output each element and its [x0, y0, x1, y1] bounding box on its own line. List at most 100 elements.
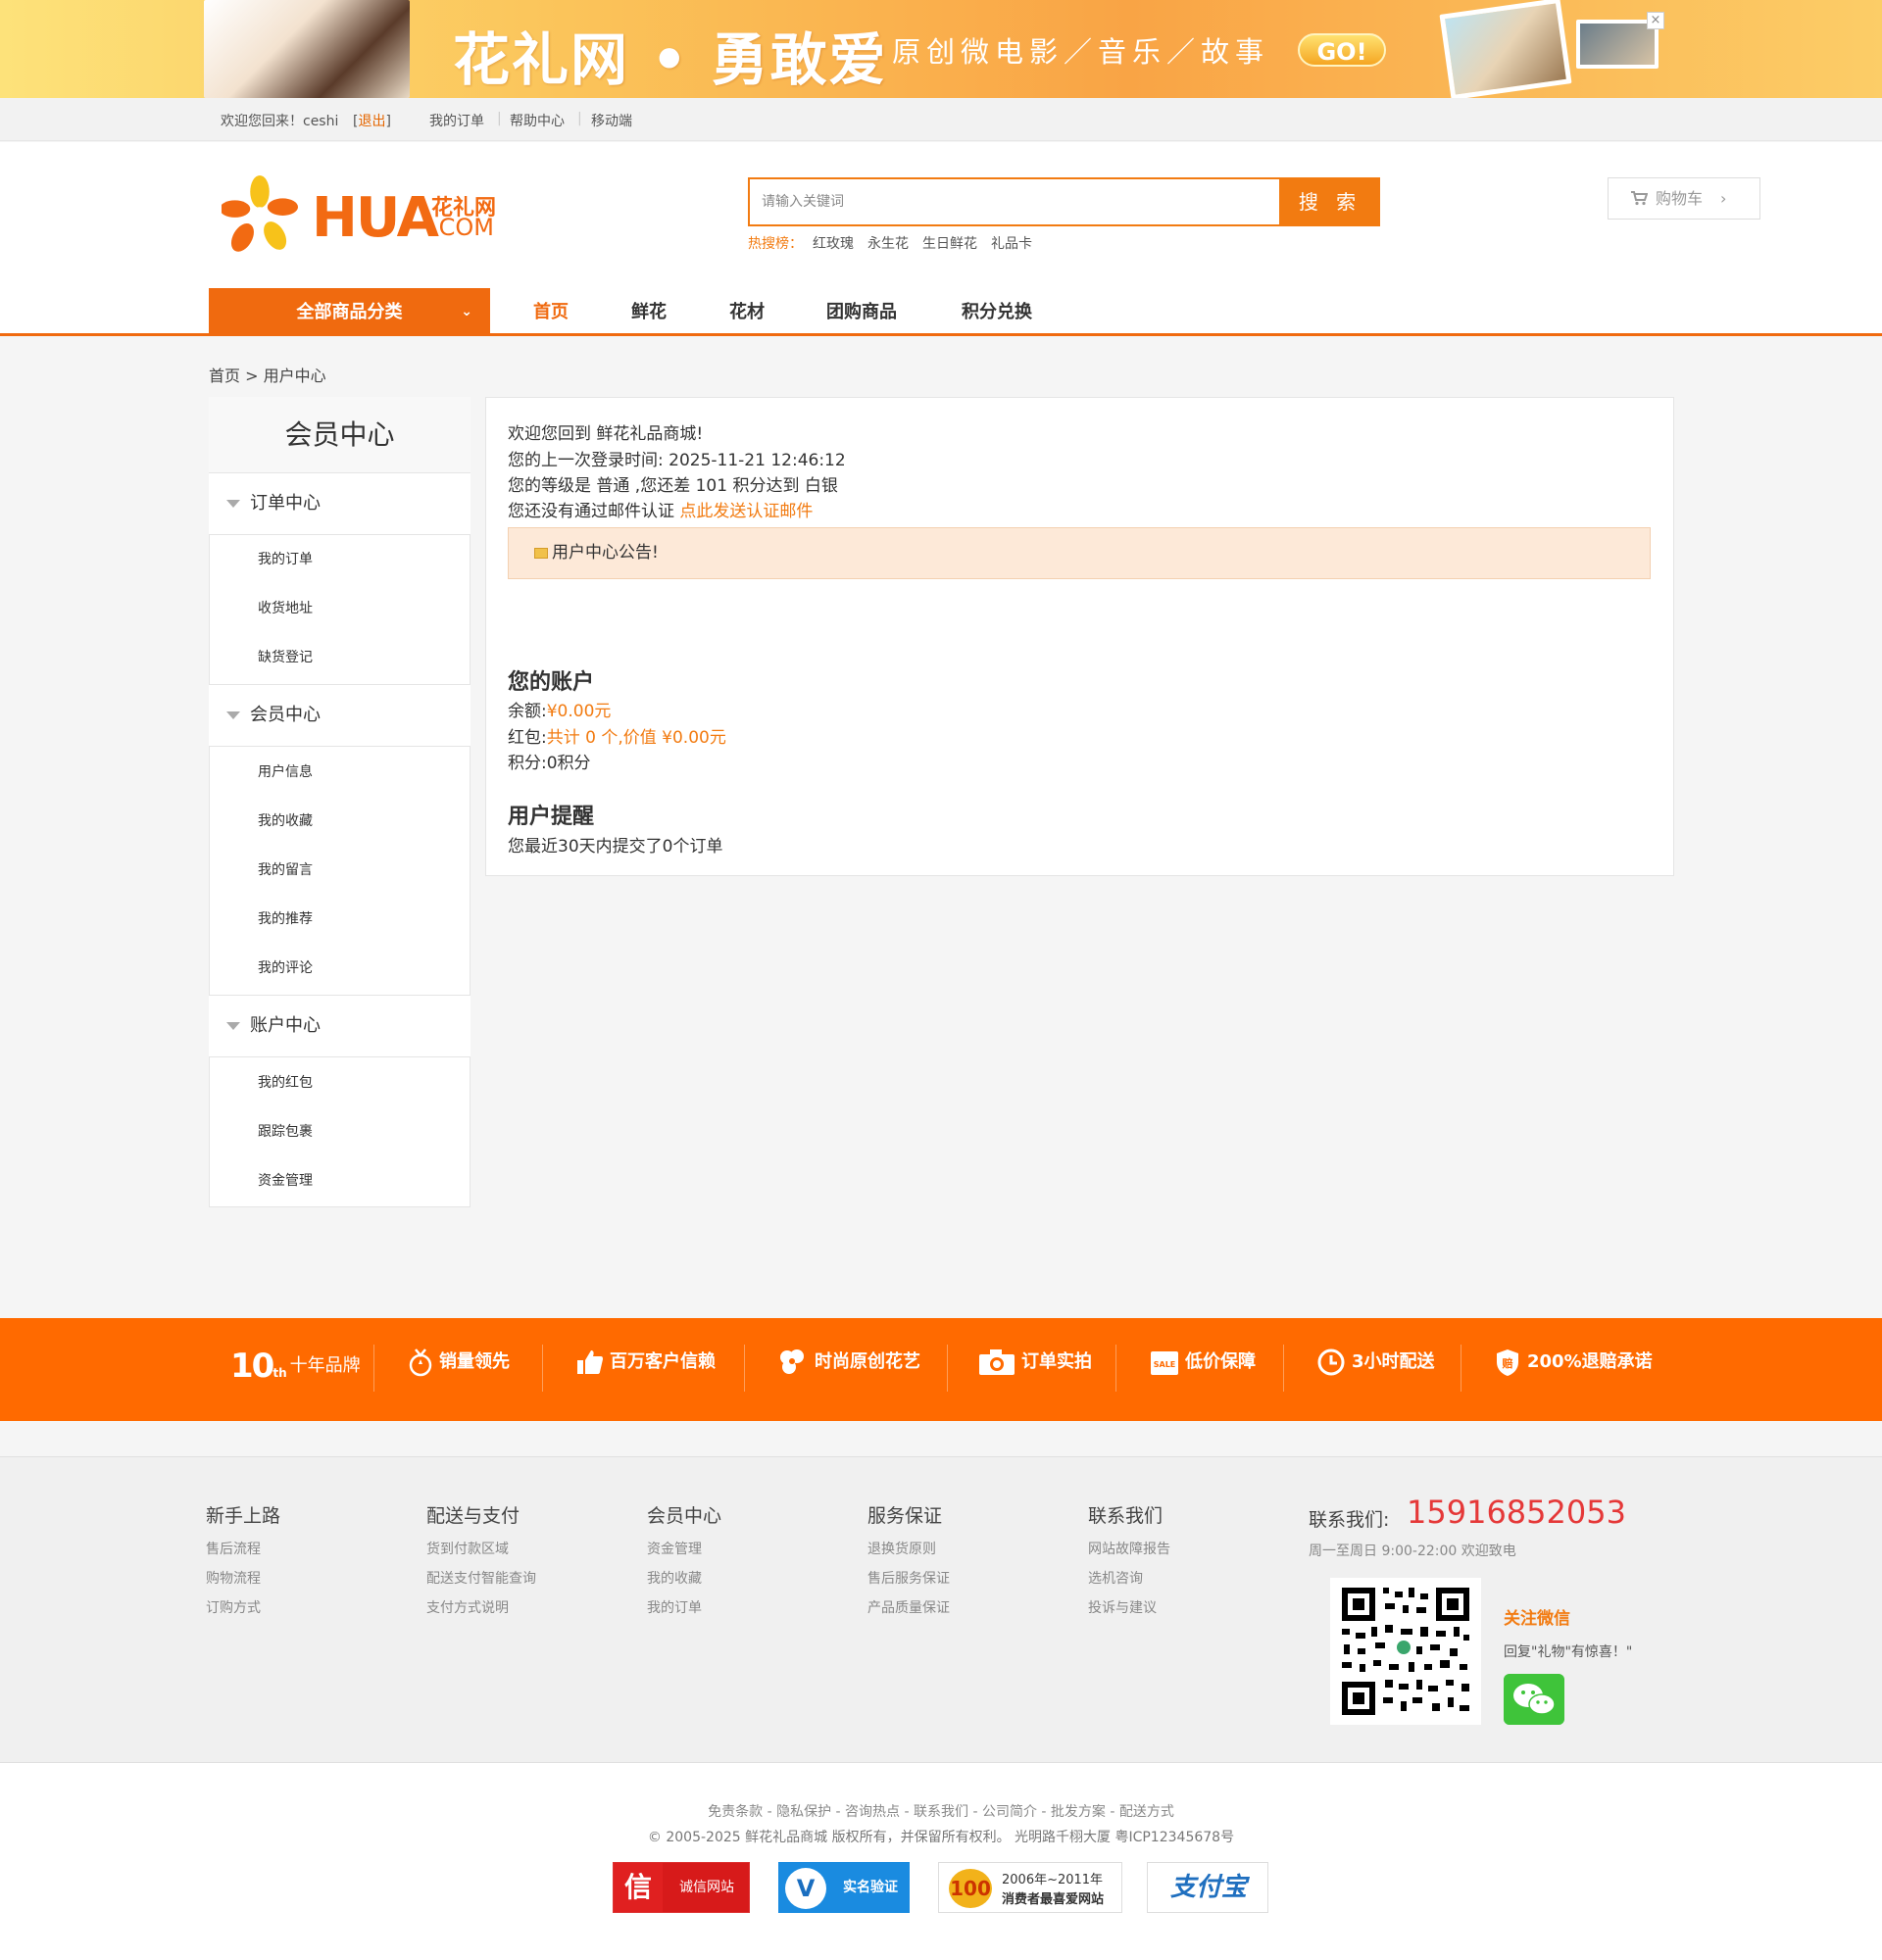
balance-value: ¥0.00元	[546, 702, 612, 721]
cart-button[interactable]: 购物车 ›	[1608, 177, 1760, 220]
sidebar-item-red-packets[interactable]: 我的红包	[258, 1072, 313, 1092]
banner-photo-frame	[1439, 0, 1572, 98]
sidebar-group-orders[interactable]: 订单中心	[209, 472, 470, 535]
chevron-right-icon: ›	[1720, 189, 1727, 208]
send-verify-email-link[interactable]: 点此发送认证邮件	[679, 502, 813, 521]
footer-link[interactable]: 订购方式	[206, 1597, 261, 1617]
promise-refund: 赔 200%退赔承诺	[1494, 1348, 1653, 1377]
footer-link[interactable]: 购物流程	[206, 1568, 261, 1588]
logo-text[interactable]: HUA	[312, 186, 439, 250]
sidebar-item-messages[interactable]: 我的留言	[258, 859, 313, 879]
verified-v-icon: V	[785, 1868, 826, 1909]
breadcrumb-home[interactable]: 首页	[209, 367, 240, 385]
welcome-line: 欢迎您回到 鲜花礼品商城!	[508, 424, 704, 444]
last-login-line: 您的上一次登录时间: 2025-11-21 12:46:12	[508, 451, 846, 470]
hot-keyword[interactable]: 礼品卡	[991, 236, 1032, 252]
remind-title: 用户提醒	[508, 805, 595, 829]
redpack-line: 红包:共计 0 个,价值 ¥0.00元	[508, 728, 726, 748]
sidebar-item-tracking[interactable]: 跟踪包裹	[258, 1121, 313, 1141]
nav-item-home[interactable]: 首页	[533, 298, 569, 323]
topbar-link-orders[interactable]: 我的订单	[429, 111, 484, 130]
all-categories-button[interactable]: 全部商品分类 ⌄	[209, 288, 490, 336]
banner-subtitle: 原创微电影／音乐／故事	[892, 35, 1270, 69]
banner-close-icon[interactable]: ×	[1647, 12, 1664, 29]
promo-banner[interactable]: 花礼网 • 勇敢爱 原创微电影／音乐／故事 GO! ×	[0, 0, 1882, 98]
footer-link[interactable]: 售后服务保证	[867, 1568, 950, 1588]
promise-ten-years: 10th 十年品牌	[230, 1347, 361, 1386]
breadcrumb-current: 用户中心	[263, 367, 326, 385]
sidebar-group-member[interactable]: 会员中心	[209, 684, 470, 747]
contact-phone: 15916852053	[1407, 1494, 1626, 1531]
wechat-icon[interactable]	[1504, 1674, 1564, 1725]
trusted-icon: 信	[614, 1863, 663, 1912]
banner-go-button[interactable]: GO!	[1298, 33, 1386, 67]
sidebar-item-user-info[interactable]: 用户信息	[258, 761, 313, 781]
wechat-subtitle: 回复"礼物"有惊喜！"	[1504, 1644, 1633, 1660]
level-line: 您的等级是 普通 ,您还差 101 积分达到 白银	[508, 476, 838, 496]
sidebar-item-reviews[interactable]: 我的评论	[258, 957, 313, 977]
promise-delivery: 3小时配送	[1316, 1348, 1435, 1377]
footer-col-title: 会员中心	[647, 1505, 722, 1527]
award-100-icon: 100	[949, 1869, 992, 1908]
logo-flower-icon[interactable]	[222, 174, 298, 255]
logo-com-text: .COM	[431, 214, 494, 241]
svg-text:SALE: SALE	[1154, 1360, 1176, 1369]
footer-link[interactable]: 资金管理	[647, 1539, 702, 1558]
sidebar-item-address[interactable]: 收货地址	[258, 598, 313, 617]
search-input[interactable]: 请输入关键词	[748, 177, 1281, 226]
top-bar: 欢迎您回来！ceshi [退出] 我的订单 | 帮助中心 | 移动端	[0, 98, 1882, 141]
hot-keyword[interactable]: 生日鲜花	[922, 236, 977, 252]
svg-text:赔: 赔	[1502, 1356, 1513, 1370]
sidebar-item-stockout[interactable]: 缺货登记	[258, 647, 313, 666]
sidebar-item-referrals[interactable]: 我的推荐	[258, 908, 313, 928]
wechat-qr-code	[1330, 1578, 1481, 1725]
badge-alipay[interactable]: 支付宝	[1147, 1862, 1268, 1913]
badge-trusted-site[interactable]: 信 诚信网站	[613, 1862, 750, 1913]
hot-keyword[interactable]: 红玫瑰	[813, 236, 854, 252]
footer-link[interactable]: 我的订单	[647, 1597, 702, 1617]
logout-link[interactable]: 退出	[358, 114, 385, 129]
sale-tag-icon: SALE	[1151, 1351, 1178, 1375]
bottom-links[interactable]: 免责条款 - 隐私保护 - 咨询热点 - 联系我们 - 公司简介 - 批发方案 …	[0, 1801, 1882, 1821]
search-button[interactable]: 搜 索	[1280, 177, 1380, 226]
camera-icon	[979, 1349, 1015, 1375]
sidebar-item-my-orders[interactable]: 我的订单	[258, 549, 313, 568]
clock-icon	[1317, 1348, 1345, 1376]
redpack-value[interactable]: 共计 0 个,价值 ¥0.00元	[547, 728, 726, 748]
footer-col-title: 新手上路	[206, 1505, 281, 1527]
topbar-link-mobile[interactable]: 移动端	[591, 111, 632, 130]
footer-link[interactable]: 售后流程	[206, 1539, 261, 1558]
footer-link[interactable]: 投诉与建议	[1088, 1597, 1157, 1617]
medal-icon	[409, 1348, 432, 1377]
nav-item-group-buy[interactable]: 团购商品	[826, 298, 897, 323]
footer-col-title: 服务保证	[867, 1505, 943, 1527]
nav-item-points[interactable]: 积分兑换	[962, 298, 1032, 323]
contact-hours: 周一至周日 9:00-22:00 欢迎致电	[1309, 1544, 1516, 1559]
banner-title: 花礼网 • 勇敢爱	[453, 26, 888, 93]
footer-link[interactable]: 退换货原则	[867, 1539, 936, 1558]
promise-low-price: SALE 低价保障	[1150, 1348, 1256, 1377]
footer-link[interactable]: 我的收藏	[647, 1568, 702, 1588]
footer-link[interactable]: 产品质量保证	[867, 1597, 950, 1617]
sidebar-item-funds[interactable]: 资金管理	[258, 1170, 313, 1190]
nav-item-flowers[interactable]: 鲜花	[631, 298, 667, 323]
sidebar-title: 会员中心	[209, 397, 470, 473]
footer-link[interactable]: 支付方式说明	[426, 1597, 509, 1617]
badge-real-name[interactable]: V 实名验证	[778, 1862, 910, 1913]
footer-link[interactable]: 货到付款区域	[426, 1539, 509, 1558]
balance-line: 余额:¥0.00元	[508, 702, 612, 721]
footer-link[interactable]: 网站故障报告	[1088, 1539, 1170, 1558]
footer-link[interactable]: 选机咨询	[1088, 1568, 1143, 1588]
ten-years-icon: 10	[230, 1347, 274, 1386]
sidebar-group-account[interactable]: 账户中心	[209, 995, 470, 1057]
notice-box: 用户中心公告!	[508, 527, 1651, 579]
points-line: 积分:0积分	[508, 754, 591, 773]
contact-label: 联系我们:	[1309, 1509, 1390, 1531]
badge-favorite-site[interactable]: 100 2006年~2011年 消费者最喜爱网站	[938, 1862, 1122, 1913]
thumbs-up-icon	[577, 1350, 603, 1374]
nav-item-materials[interactable]: 花材	[729, 298, 765, 323]
footer-link[interactable]: 配送支付智能查询	[426, 1568, 536, 1588]
hot-keyword[interactable]: 永生花	[867, 236, 909, 252]
topbar-link-help[interactable]: 帮助中心	[510, 111, 565, 130]
sidebar-item-favorites[interactable]: 我的收藏	[258, 810, 313, 830]
